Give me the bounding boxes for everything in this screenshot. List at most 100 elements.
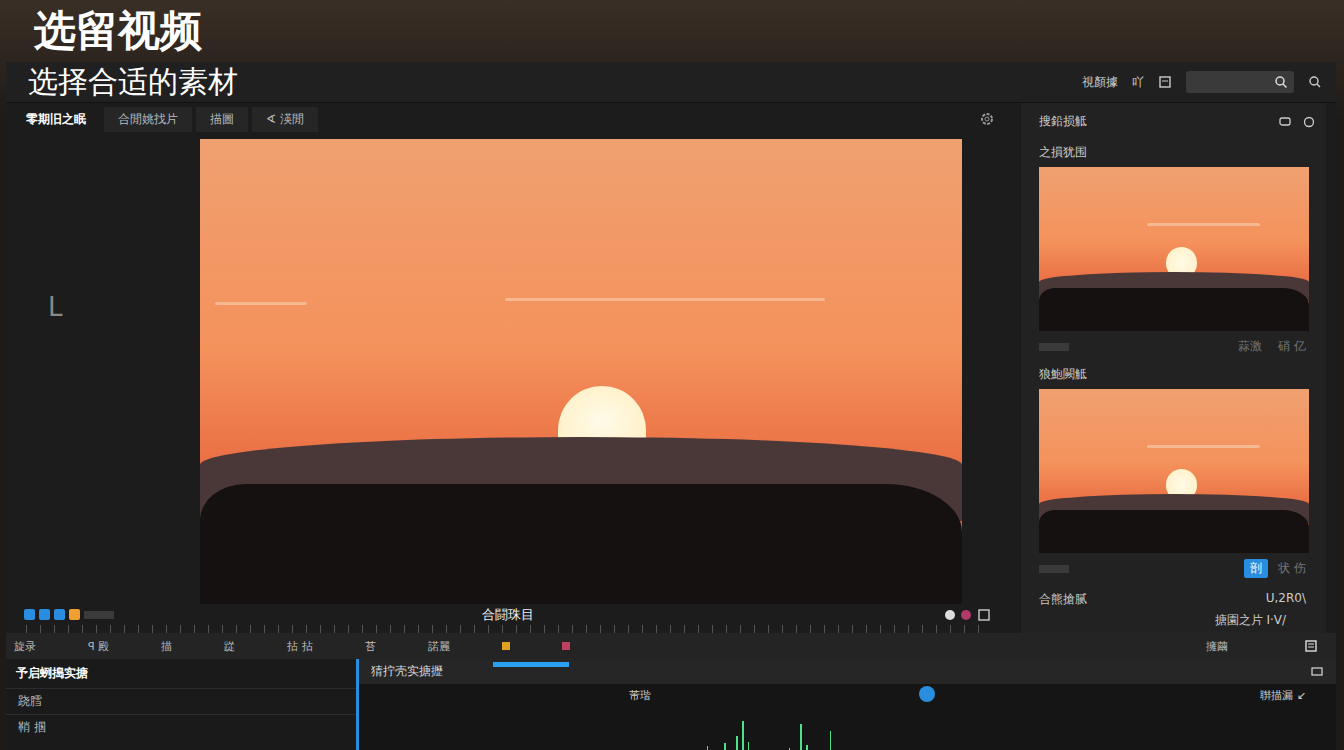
control-button[interactable]: 旋录	[14, 639, 36, 654]
trees	[1039, 288, 1309, 331]
clip-icon[interactable]	[54, 609, 65, 620]
control-button[interactable]: ꟼ 殿	[88, 639, 109, 654]
asset-label: 之損犹围	[1039, 144, 1316, 161]
asset-action[interactable]: 剖	[1244, 559, 1268, 578]
timeline-title: 猜拧壳实搪攊	[371, 663, 443, 680]
monitor-icon[interactable]	[1310, 665, 1324, 679]
bottom-area: 予启蛚搗实搪跷膤鞘 掴 猜拧壳实搪攊芾瑎 聨描漏 ↙	[6, 659, 1336, 750]
preview-caption: 合闘珠目	[332, 606, 683, 624]
waveform-bar	[724, 743, 726, 750]
search-icon[interactable]	[1274, 75, 1288, 89]
gear-icon[interactable]	[979, 111, 995, 127]
trees	[200, 484, 962, 605]
clip-icon[interactable]	[39, 609, 50, 620]
marker-icon[interactable]	[562, 642, 570, 650]
footer-left: 合熊搶腻	[1039, 591, 1087, 608]
preview-image[interactable]	[200, 139, 962, 604]
hero-title: 选留视频	[34, 6, 202, 56]
waveform-bar	[707, 746, 709, 750]
asset-item[interactable]: 狼鮑闕觝剖状 伤	[1039, 366, 1316, 578]
search-input[interactable]	[1192, 74, 1270, 90]
side-footer: 合熊搶腻 U,2R0\	[1039, 583, 1316, 612]
asset-meta: 剖状 伤	[1039, 559, 1316, 578]
footer-right: U,2R0\	[1266, 591, 1306, 608]
controls-left: 旋录 ꟼ 殿 描 踨 拈 拈 苔 諾麗	[14, 639, 1004, 654]
control-button[interactable]: 苔	[365, 639, 376, 654]
workspace: 零期旧之眠合閒姚找片描圖∢ 渶閒 L 合闘珠目	[6, 103, 1009, 633]
timeline-clip[interactable]	[493, 662, 569, 667]
toolbar-glyph[interactable]: 吖	[1132, 74, 1144, 91]
list-icon[interactable]	[1304, 639, 1318, 653]
search-field[interactable]	[1186, 71, 1294, 93]
asset-action[interactable]: 蒜激	[1232, 337, 1268, 356]
grey-bar	[1039, 565, 1069, 573]
tab[interactable]: 合閒姚找片	[104, 107, 192, 132]
waveform-bar	[830, 731, 832, 750]
timeline-track[interactable]: 芾瑎 聨描漏 ↙	[359, 684, 1336, 750]
hero: 选留视频	[0, 0, 1344, 62]
control-button[interactable]: 描	[161, 639, 172, 654]
marker-icon[interactable]	[502, 642, 510, 650]
stage: L	[6, 139, 1009, 604]
cloud	[505, 298, 825, 301]
timeline: 猜拧壳实搪攊芾瑎 聨描漏 ↙	[356, 659, 1336, 750]
asset-extra: 硝 亿	[1278, 338, 1306, 355]
tab[interactable]: 描圖	[196, 107, 248, 132]
toolbar-label[interactable]: 視顏據	[1082, 74, 1118, 91]
ruler-label: 芾瑎	[629, 688, 651, 703]
panel-icon[interactable]	[1158, 75, 1172, 89]
ruler	[26, 625, 989, 633]
stage-side: L	[6, 139, 200, 604]
waveform-bar	[789, 748, 791, 750]
track-row[interactable]: 跷膤	[6, 688, 356, 714]
tab[interactable]: 零期旧之眠	[12, 107, 100, 132]
toolbar-right: 視顏據吖	[1082, 71, 1322, 93]
side-header: 搜鉛损觝	[1039, 109, 1316, 134]
zoom-icon[interactable]	[1308, 75, 1322, 89]
track-row[interactable]: 鞘 掴	[6, 714, 356, 740]
tab[interactable]: ∢ 渶閒	[252, 107, 318, 132]
side-caption: 搪園之片 I·V/	[1039, 612, 1316, 629]
main-area: 零期旧之眠合閒姚找片描圖∢ 渶閒 L 合闘珠目 搜鉛损觝之損犹围蒜激硝 亿狼鮑闕觝剖状…	[6, 103, 1336, 633]
color-icon[interactable]	[961, 610, 971, 620]
transport-bar: 合闘珠目	[6, 604, 1009, 625]
cloud	[1147, 445, 1260, 448]
waveform-bar	[742, 721, 744, 750]
side-title: 搜鉛损觝	[1039, 113, 1087, 130]
asset-item[interactable]: 之損犹围蒜激硝 亿	[1039, 144, 1316, 356]
controls-right: 擁繭	[1016, 639, 1328, 654]
playhead-knob[interactable]	[919, 686, 935, 702]
timeline-ruler: 芾瑎 聨描漏 ↙	[359, 684, 1336, 703]
chat-icon[interactable]	[1278, 115, 1292, 129]
waveform	[359, 703, 849, 750]
clip-icon[interactable]	[24, 609, 35, 620]
cloud	[215, 302, 306, 305]
timeline-right-label: 聨描漏 ↙	[1260, 688, 1306, 703]
asset-label: 狼鮑闕觝	[1039, 366, 1316, 383]
track-panel-title: 予启蛚搗实搪	[6, 659, 356, 688]
editor-window: 选择合适的素材視顏據吖零期旧之眠合閒姚找片描圖∢ 渶閒L合闘珠目搜鉛损觝之損犹围…	[6, 62, 1336, 750]
side-panel: 搜鉛损觝之損犹围蒜激硝 亿狼鮑闕觝剖状 伤合熊搶腻 U,2R0\ 搪園之片 I·V/	[1021, 103, 1326, 633]
export-icon[interactable]	[977, 608, 991, 622]
waveform-bar	[748, 742, 750, 750]
timeline-header: 猜拧壳实搪攊	[359, 659, 1336, 684]
transport-right	[691, 608, 991, 622]
controls-bar: 旋录 ꟼ 殿 描 踨 拈 拈 苔 諾麗 擁繭	[6, 633, 1336, 659]
record-icon[interactable]	[945, 610, 955, 620]
grey-bar	[84, 611, 114, 619]
corner-glyph: L	[48, 292, 63, 322]
hand-icon[interactable]	[69, 609, 80, 620]
trees	[1039, 510, 1309, 553]
bubble-icon[interactable]	[1302, 115, 1316, 129]
waveform-bar	[806, 745, 808, 750]
control-button[interactable]: 諾麗	[428, 639, 450, 654]
control-button[interactable]: 踨	[224, 639, 235, 654]
tab-bar: 零期旧之眠合閒姚找片描圖∢ 渶閒	[6, 103, 1009, 135]
asset-meta: 蒜激硝 亿	[1039, 337, 1316, 356]
control-button[interactable]: 拈 拈	[287, 639, 313, 654]
waveform-bar	[736, 736, 738, 750]
asset-thumbnail[interactable]	[1039, 389, 1309, 553]
control-button[interactable]: 擁繭	[1206, 639, 1228, 654]
asset-thumbnail[interactable]	[1039, 167, 1309, 331]
page: 选留视频选择合适的素材視顏據吖零期旧之眠合閒姚找片描圖∢ 渶閒L合闘珠目搜鉛损觝…	[0, 0, 1344, 750]
